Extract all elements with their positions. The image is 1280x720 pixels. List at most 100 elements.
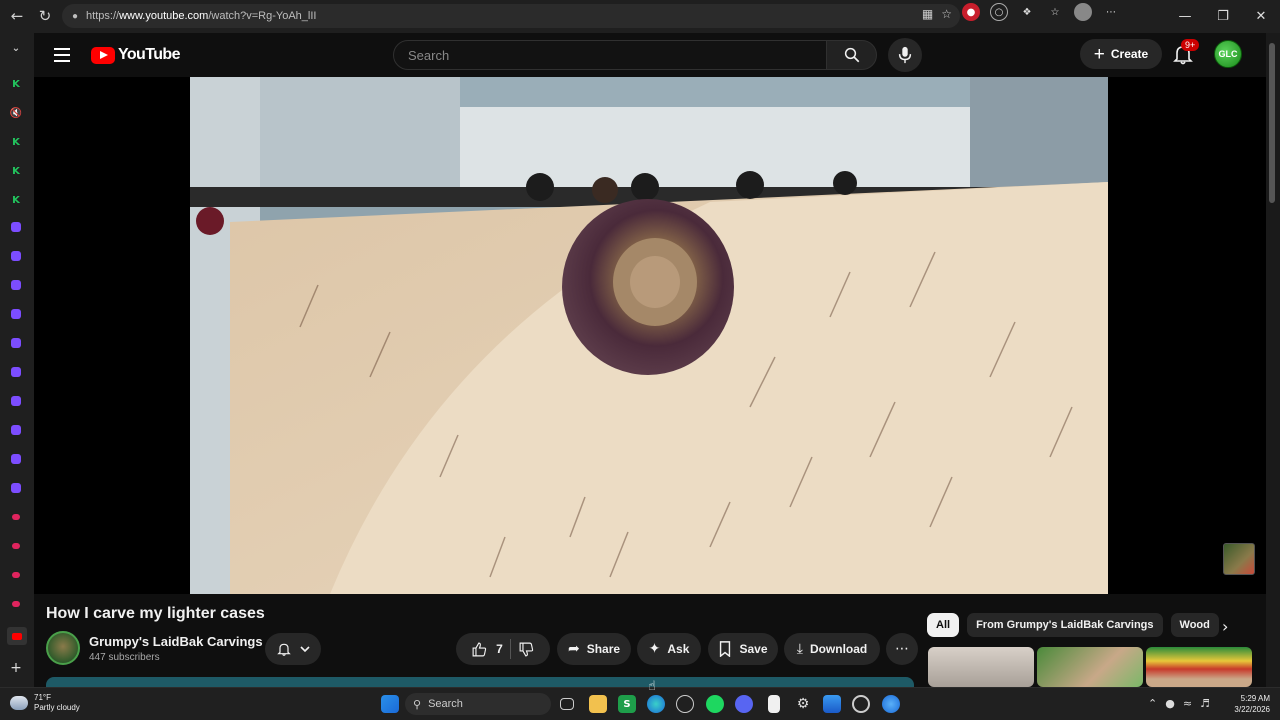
extensions-puzzle-icon[interactable]: ❖ (1018, 3, 1036, 21)
tab-k-icon[interactable]: K (9, 135, 23, 149)
favorites-icon[interactable]: ☆ (1046, 3, 1064, 21)
settings-gear-icon[interactable]: ⚙ (794, 695, 812, 713)
youtube-logo[interactable]: YouTube (91, 46, 180, 64)
chevron-up-icon[interactable]: ⌃ (1148, 697, 1157, 710)
dislike-button[interactable] (518, 641, 535, 658)
hamburger-menu-icon[interactable] (50, 43, 74, 67)
refresh-icon[interactable]: ↻ (30, 1, 60, 31)
clock-time: 5:29 AM (1240, 694, 1270, 703)
video-player[interactable] (34, 77, 1266, 594)
tab-twitch-icon[interactable] (11, 483, 21, 493)
tab-twitch-icon[interactable] (11, 222, 21, 232)
page-scrollbar[interactable] (1266, 33, 1280, 687)
tab-twitch-icon[interactable] (11, 454, 21, 464)
video-title: How I carve my lighter cases (46, 605, 265, 622)
ask-button[interactable]: ✦ Ask (637, 633, 701, 665)
search-input[interactable]: Search (393, 40, 827, 70)
tab-twitch-icon[interactable] (11, 309, 21, 319)
tab-youtube-active-icon[interactable] (7, 627, 27, 645)
profile-icon[interactable] (1074, 3, 1092, 21)
extension-circle-icon[interactable]: ○ (990, 3, 1008, 21)
mouse-cursor-icon: ☝ (648, 679, 656, 694)
microphone-icon (898, 46, 912, 64)
recommended-video-thumbnail[interactable] (928, 647, 1034, 687)
close-icon[interactable]: ✕ (1242, 0, 1280, 32)
tab-k-icon[interactable]: K (9, 164, 23, 178)
recommended-video-thumbnail[interactable] (1037, 647, 1143, 687)
recommended-video-thumbnail[interactable] (1146, 647, 1252, 687)
channel-name[interactable]: Grumpy's LaidBak Carvings (89, 634, 263, 649)
download-icon: ⤓ (796, 641, 803, 657)
back-icon[interactable]: ← (2, 1, 32, 31)
tab-k-icon[interactable]: K (9, 77, 23, 91)
subscribe-notifications-button[interactable] (265, 633, 321, 665)
openai-app-icon[interactable] (676, 695, 694, 713)
tab-twitch-icon[interactable] (11, 338, 21, 348)
tab-youtube-icon[interactable] (12, 572, 20, 578)
vertical-tab-strip: ⌄ K 🔇 K K K ▦ + (0, 33, 34, 687)
notepad-icon[interactable] (768, 695, 780, 713)
download-button[interactable]: ⤓ Download (784, 633, 880, 665)
new-tab-icon[interactable]: + (9, 660, 23, 676)
obs-app-icon[interactable] (852, 695, 870, 713)
save-label: Save (739, 642, 768, 656)
save-button[interactable]: Save (708, 633, 778, 665)
edge-browser-icon[interactable] (647, 695, 665, 713)
clock-date: 3/22/2026 (1234, 705, 1270, 714)
system-clock[interactable]: 5:29 AM 3/22/2026 (1228, 693, 1270, 715)
thumbs-down-icon (519, 642, 533, 656)
tab-twitch-icon[interactable] (11, 251, 21, 261)
more-actions-button[interactable]: ⋯ (886, 633, 918, 665)
discord-icon[interactable] (735, 695, 753, 713)
minimize-icon[interactable]: — (1166, 0, 1204, 32)
volume-icon[interactable]: ♬ (1200, 697, 1210, 710)
weather-widget[interactable]: 71°F Partly cloudy (10, 693, 80, 713)
description-box[interactable] (46, 677, 914, 687)
browser-app-icon[interactable] (882, 695, 900, 713)
like-divider (509, 639, 511, 659)
voice-search-button[interactable] (888, 38, 922, 72)
tab-twitch-icon[interactable] (11, 396, 21, 406)
favorite-star-icon[interactable]: ☆ (941, 7, 952, 21)
wifi-icon[interactable]: ≈ (1183, 697, 1192, 710)
tab-collapse-icon[interactable]: ⌄ (9, 41, 23, 55)
mic-tray-icon[interactable]: ● (1165, 697, 1175, 710)
chip-wood[interactable]: Wood (1170, 613, 1219, 637)
search-button[interactable] (826, 40, 877, 70)
taskbar-search[interactable]: ⚲ Search (405, 693, 551, 715)
channel-watermark[interactable] (1223, 543, 1255, 575)
video-frame[interactable] (190, 77, 1108, 594)
notification-count-badge: 9+ (1181, 39, 1200, 51)
tab-twitch-icon[interactable] (11, 367, 21, 377)
extension-red-icon[interactable]: ● (962, 3, 980, 21)
tab-twitch-icon[interactable] (11, 425, 21, 435)
chip-all[interactable]: All (927, 613, 960, 637)
tab-youtube-icon[interactable] (12, 543, 20, 549)
more-menu-icon[interactable]: ⋯ (1102, 3, 1120, 21)
create-button[interactable]: + Create (1080, 39, 1162, 69)
app-available-icon[interactable]: ▦ (922, 7, 933, 21)
scrollbar-thumb[interactable] (1269, 43, 1275, 203)
chip-from-channel[interactable]: From Grumpy's LaidBak Carvings (967, 613, 1163, 637)
site-info-icon[interactable]: ● (72, 11, 78, 22)
channel-avatar[interactable] (46, 631, 80, 665)
task-view-icon[interactable] (560, 698, 574, 710)
windows-start-icon[interactable] (381, 695, 399, 713)
photos-app-icon[interactable] (823, 695, 841, 713)
sheets-app-icon[interactable]: S (618, 695, 636, 713)
url-prefix: https:// (86, 10, 120, 22)
chevron-down-icon (299, 646, 310, 653)
share-button[interactable]: ➦ Share (557, 633, 631, 665)
file-explorer-icon[interactable] (589, 695, 607, 713)
tab-youtube-icon[interactable] (12, 514, 20, 520)
tab-twitch-icon[interactable] (11, 280, 21, 290)
tab-muted-icon[interactable]: 🔇 (9, 106, 23, 120)
share-label: Share (586, 642, 621, 656)
spotify-icon[interactable] (706, 695, 724, 713)
address-bar[interactable]: ● https://www.youtube.com/watch?v=Rg-YoA… (62, 4, 960, 28)
account-avatar[interactable]: GLC (1214, 40, 1242, 68)
like-button[interactable]: 7 (471, 641, 503, 658)
restore-icon[interactable]: ❐ (1204, 0, 1242, 32)
tab-k-icon[interactable]: K (9, 193, 23, 207)
chevron-right-icon[interactable]: › (1222, 617, 1228, 636)
